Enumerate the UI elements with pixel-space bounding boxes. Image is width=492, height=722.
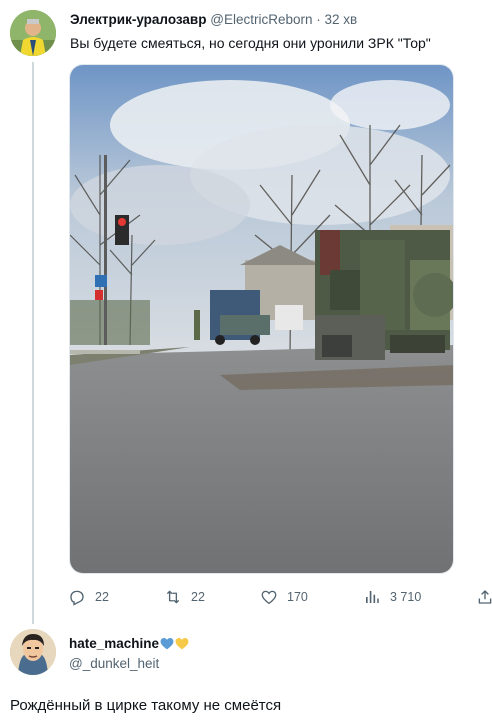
tweet-time[interactable]: 32 хв <box>325 12 358 27</box>
reply-avatar[interactable] <box>10 629 56 675</box>
tweet-header: Электрик-уралозавр @ElectricReborn · 32 … <box>70 12 357 27</box>
retweet-count: 22 <box>191 590 205 604</box>
analytics-icon <box>366 591 379 603</box>
reply-icon <box>70 590 84 606</box>
like-button[interactable]: 170 <box>260 588 308 606</box>
separator: · <box>316 12 321 27</box>
avatar-image <box>10 10 56 56</box>
author-avatar[interactable] <box>10 10 56 56</box>
reply-author-handle[interactable]: @_dunkel_heit <box>69 656 159 671</box>
blue-heart-icon <box>160 637 174 650</box>
views-button[interactable]: 3 710 <box>363 588 421 606</box>
tweet-photo[interactable] <box>69 64 454 574</box>
view-count: 3 710 <box>390 590 422 604</box>
like-count: 170 <box>287 590 308 604</box>
retweet-icon <box>166 590 180 604</box>
avatar-image <box>10 629 56 675</box>
author-handle[interactable]: @ElectricReborn <box>210 12 312 27</box>
share-button[interactable] <box>476 588 492 606</box>
reply-button[interactable]: 22 <box>68 588 109 606</box>
reply-text: Рождённый в цирке такому не смеётся <box>10 697 282 714</box>
thread-line <box>32 62 34 624</box>
reply-author-name[interactable]: hate_machine <box>69 636 159 651</box>
heart-icon <box>261 590 277 605</box>
photo-overturned-vehicle-icon <box>70 65 453 573</box>
tweet-actions: 22 22 170 3 710 <box>68 588 492 610</box>
share-icon <box>478 590 492 604</box>
author-name[interactable]: Электрик-уралозавр <box>70 12 206 27</box>
yellow-heart-icon <box>175 637 189 650</box>
retweet-button[interactable]: 22 <box>164 588 205 606</box>
reply-count: 22 <box>95 590 109 604</box>
reply-author-line: hate_machine <box>69 636 189 651</box>
tweet-text: Вы будете смеяться, но сегодня они урони… <box>70 35 431 51</box>
